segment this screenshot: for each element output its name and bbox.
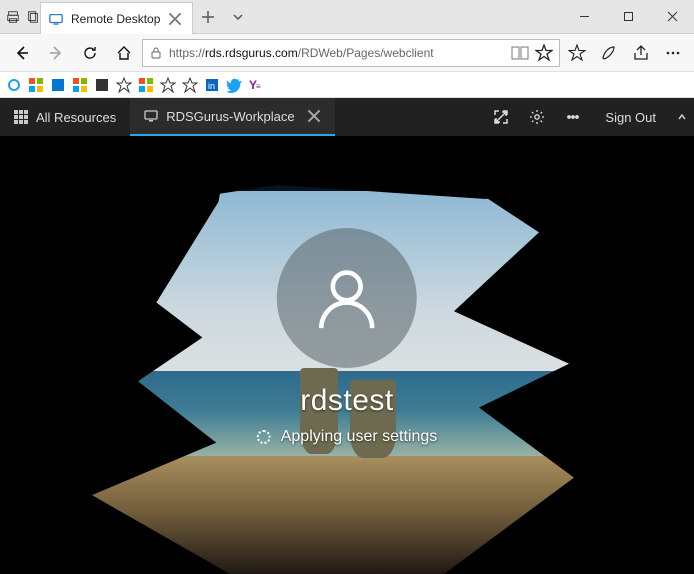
spinner-icon	[257, 430, 271, 444]
window-caption-bar: Remote Desktop	[0, 0, 694, 34]
svg-text:≡: ≡	[256, 82, 261, 91]
bookmark-icon[interactable]: in	[204, 77, 220, 93]
home-button[interactable]	[108, 37, 140, 69]
refresh-button[interactable]	[74, 37, 106, 69]
favorite-star-icon[interactable]	[535, 44, 553, 62]
more-actions-button[interactable]	[555, 98, 591, 136]
bookmark-icon[interactable]	[226, 77, 242, 93]
tab-all-resources[interactable]: All Resources	[0, 98, 130, 136]
login-overlay: rdstest Applying user settings	[257, 228, 438, 446]
tab-session-label: RDSGurus-Workplace	[166, 109, 294, 124]
close-icon[interactable]	[307, 109, 321, 123]
favorites-hub-button[interactable]	[562, 37, 592, 69]
bookmark-icon[interactable]	[116, 77, 132, 93]
address-bar[interactable]: https://rds.rdsgurus.com/RDWeb/Pages/web…	[142, 39, 560, 67]
url-path: /RDWeb/Pages/webclient	[298, 46, 434, 60]
share-button[interactable]	[626, 37, 656, 69]
remote-session-viewport[interactable]: rdstest Applying user settings	[0, 136, 694, 574]
grid-icon	[14, 110, 28, 124]
print-icon[interactable]	[6, 10, 20, 24]
bookmarks-bar: in Y≡	[0, 72, 694, 98]
bookmark-icon[interactable]	[94, 77, 110, 93]
bookmark-icon[interactable]: Y≡	[248, 77, 264, 93]
person-icon	[310, 261, 384, 335]
address-bar-text: https://rds.rdsgurus.com/RDWeb/Pages/web…	[169, 46, 505, 60]
browser-nav-bar: https://rds.rdsgurus.com/RDWeb/Pages/web…	[0, 34, 694, 72]
bookmark-icon[interactable]	[182, 77, 198, 93]
rdweb-toolbar: All Resources RDSGurus-Workplace Sign Ou…	[0, 98, 694, 136]
settings-button[interactable]	[519, 98, 555, 136]
url-host: rds.rdsgurus.com	[205, 46, 298, 60]
bookmark-icon[interactable]	[28, 77, 44, 93]
svg-text:in: in	[208, 81, 215, 91]
caption-left-cluster	[0, 0, 40, 33]
user-avatar	[277, 228, 417, 368]
sign-out-label: Sign Out	[605, 110, 656, 125]
tab-session-workplace[interactable]: RDSGurus-Workplace	[130, 98, 334, 136]
window-close-button[interactable]	[650, 0, 694, 33]
browser-tab-remote-desktop[interactable]: Remote Desktop	[40, 2, 193, 34]
login-status-text: Applying user settings	[281, 428, 438, 446]
lock-icon	[149, 46, 163, 60]
window-minimize-button[interactable]	[562, 0, 606, 33]
reading-view-icon[interactable]	[511, 44, 529, 62]
back-button[interactable]	[6, 37, 38, 69]
login-username: rdstest	[300, 384, 394, 418]
browser-tab-title: Remote Desktop	[71, 12, 160, 26]
window-maximize-button[interactable]	[606, 0, 650, 33]
monitor-icon	[144, 109, 158, 123]
notes-button[interactable]	[594, 37, 624, 69]
new-tab-button[interactable]	[193, 0, 223, 33]
sign-out-button[interactable]: Sign Out	[591, 98, 670, 136]
tab-all-resources-label: All Resources	[36, 110, 116, 125]
bookmark-icon[interactable]	[138, 77, 154, 93]
close-icon[interactable]	[168, 12, 182, 26]
login-status-line: Applying user settings	[257, 428, 438, 446]
app-icon	[49, 12, 63, 26]
bookmark-icon[interactable]	[72, 77, 88, 93]
tabs-dropdown-button[interactable]	[223, 0, 253, 33]
more-button[interactable]	[658, 37, 688, 69]
page-duplicate-icon[interactable]	[26, 10, 40, 24]
bookmark-icon[interactable]	[50, 77, 66, 93]
collapse-toolbar-button[interactable]	[670, 98, 694, 136]
bookmark-icon[interactable]	[6, 77, 22, 93]
forward-button[interactable]	[40, 37, 72, 69]
fullscreen-button[interactable]	[483, 98, 519, 136]
url-scheme: https://	[169, 46, 205, 60]
bookmark-icon[interactable]	[160, 77, 176, 93]
